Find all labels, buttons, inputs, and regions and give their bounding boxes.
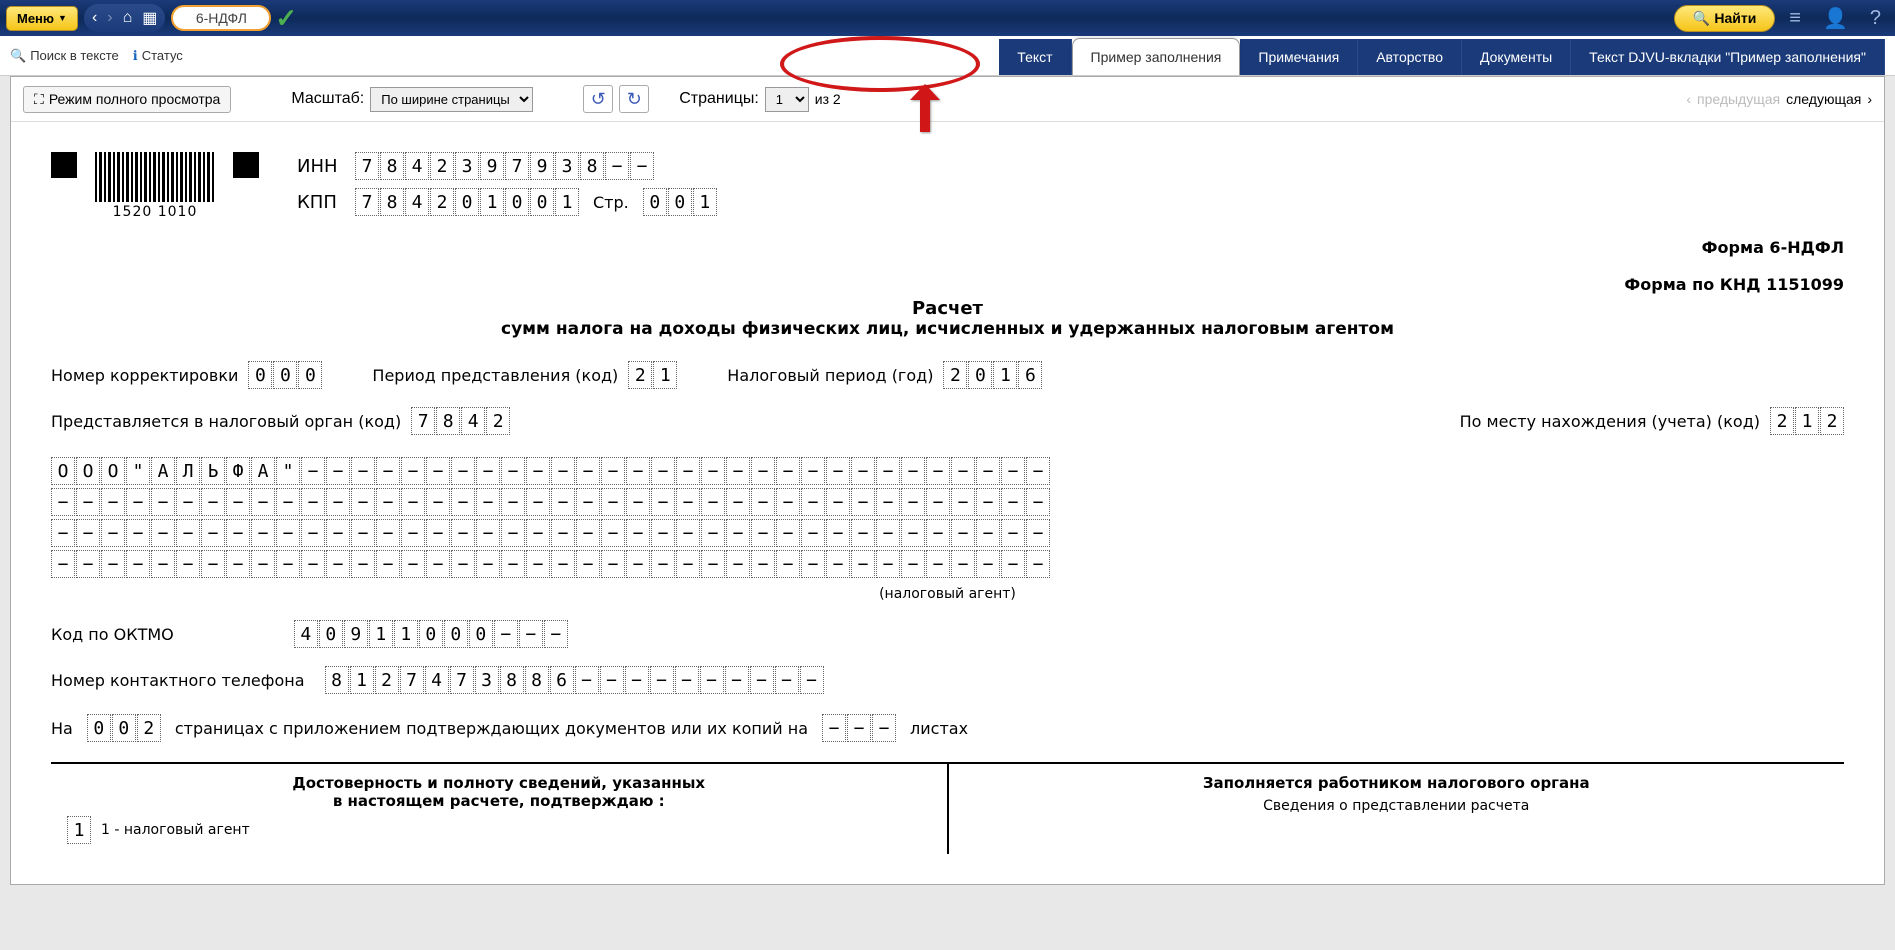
barcode [95, 152, 215, 202]
secondary-bar: 🔍 Поиск в тексте ℹ Статус Текст Пример з… [0, 36, 1895, 76]
marker-square-left [51, 152, 77, 178]
sheets-label: листах [910, 719, 968, 738]
rotate-left-button[interactable]: ↺ [583, 85, 613, 113]
year-label: Налоговый период (год) [727, 366, 933, 385]
menu-button[interactable]: Меню [6, 6, 78, 31]
kpp-cells: 784201001 [355, 188, 579, 216]
tab-docs[interactable]: Документы [1462, 39, 1571, 75]
confirm-title-1: Достоверность и полноту сведений, указан… [67, 774, 931, 792]
check-icon: ✓ [275, 3, 297, 34]
viewer-toolbar: ⛶ Режим полного просмотра Масштаб: По ши… [11, 77, 1884, 122]
confirm-title-2: в настоящем расчете, подтверждаю : [67, 792, 931, 810]
form-knd: Форма по КНД 1151099 [51, 275, 1844, 294]
zoom-label: Масштаб: [291, 90, 364, 108]
organ-label: Представляется в налоговый орган (код) [51, 412, 401, 431]
kpp-label: КПП [297, 192, 347, 213]
copies-cells: −−− [822, 714, 896, 742]
document: 1520 1010 ИНН 7842397938−− КПП 784201001… [11, 122, 1884, 884]
marker-square-right [233, 152, 259, 178]
phone-cells: 8127473886−−−−−−−−−− [325, 666, 824, 694]
zoom-select[interactable]: По ширине страницы [370, 87, 533, 112]
tab-notes[interactable]: Примечания [1240, 39, 1358, 75]
on-label: На [51, 719, 73, 738]
name-row-2: −−−−−−−−−−−−−−−−−−−−−−−−−−−−−−−−−−−−−−−− [51, 488, 1844, 516]
pager-prev[interactable]: предыдущая [1697, 91, 1780, 107]
correction-cells: 000 [248, 361, 322, 389]
agent-note: (налоговый агент) [51, 586, 1844, 602]
page-select[interactable]: 1 [765, 87, 809, 112]
tab-author[interactable]: Авторство [1358, 39, 1462, 75]
name-row-3: −−−−−−−−−−−−−−−−−−−−−−−−−−−−−−−−−−−−−−−− [51, 519, 1844, 547]
confirm-text: 1 - налоговый агент [101, 822, 250, 838]
forward-icon[interactable]: › [107, 9, 112, 27]
doc-subtitle: сумм налога на доходы физических лиц, ис… [51, 319, 1844, 339]
organ-cells: 7842 [411, 407, 510, 435]
correction-label: Номер корректировки [51, 366, 238, 385]
pager-next[interactable]: следующая [1786, 91, 1861, 107]
tab-djvu[interactable]: Текст DJVU-вкладки "Пример заполнения" [1571, 39, 1885, 75]
fullscreen-icon: ⛶ [34, 91, 44, 108]
search-icon: 🔍 [1693, 10, 1710, 27]
confirm-code-cell: 1 [67, 816, 91, 844]
inn-label: ИНН [297, 156, 347, 177]
page-of: из 2 [815, 91, 841, 107]
name-row-1: ООО"АЛЬФА"−−−−−−−−−−−−−−−−−−−−−−−−−−−−−− [51, 457, 1844, 485]
inn-cells: 7842397938−− [355, 152, 654, 180]
info-icon: ℹ [133, 48, 138, 64]
pager-next-icon[interactable]: › [1867, 91, 1872, 107]
magnifier-icon: 🔍 [10, 48, 26, 64]
name-row-4: −−−−−−−−−−−−−−−−−−−−−−−−−−−−−−−−−−−−−−−− [51, 550, 1844, 578]
doc-title: Расчет [51, 298, 1844, 319]
pager: ‹ предыдущая следующая › [1686, 91, 1872, 107]
top-bar: Меню ‹ › ⌂ ▦ 6-НДФЛ ✓ 🔍 Найти ≡ 👤 ? [0, 0, 1895, 36]
search-in-text-link[interactable]: 🔍 Поиск в тексте [10, 48, 119, 64]
viewer-wrap: ⛶ Режим полного просмотра Масштаб: По ши… [10, 76, 1885, 885]
grid-icon[interactable]: ▦ [142, 8, 157, 28]
user-icon[interactable]: 👤 [1823, 6, 1848, 31]
oktmo-label: Код по ОКТМО [51, 625, 174, 644]
tab-text[interactable]: Текст [999, 39, 1071, 75]
pagescnt-cells: 002 [87, 714, 161, 742]
form-name: Форма 6-НДФЛ [51, 238, 1844, 257]
right-sub: Сведения о представлении расчета [965, 798, 1829, 814]
period-cells: 21 [628, 361, 677, 389]
phone-label: Номер контактного телефона [51, 671, 305, 690]
pages-text: страницах с приложением подтверждающих д… [175, 719, 808, 738]
fullview-button[interactable]: ⛶ Режим полного просмотра [23, 86, 231, 113]
help-icon[interactable]: ? [1870, 7, 1881, 30]
status-link[interactable]: ℹ Статус [133, 48, 183, 64]
back-icon[interactable]: ‹ [92, 9, 97, 27]
home-icon[interactable]: ⌂ [123, 9, 133, 27]
page-label: Стр. [593, 193, 629, 212]
pager-prev-icon[interactable]: ‹ [1686, 91, 1691, 107]
pages-label: Страницы: [679, 90, 759, 108]
oktmo-cells: 40911000−−− [294, 620, 568, 648]
nav-group: ‹ › ⌂ ▦ [84, 4, 165, 32]
hamburger-icon[interactable]: ≡ [1789, 7, 1801, 30]
place-cells: 212 [1770, 407, 1844, 435]
search-pill[interactable]: 6-НДФЛ [171, 5, 271, 31]
right-title: Заполняется работником налогового органа [965, 774, 1829, 792]
period-label: Период представления (код) [372, 366, 618, 385]
tab-example[interactable]: Пример заполнения [1072, 38, 1241, 75]
tabs: Текст Пример заполнения Примечания Автор… [999, 36, 1885, 75]
place-label: По месту нахождения (учета) (код) [1460, 412, 1760, 431]
rotate-right-button[interactable]: ↻ [619, 85, 649, 113]
page-cells: 001 [643, 188, 717, 216]
year-cells: 2016 [943, 361, 1042, 389]
barcode-number: 1520 1010 [113, 204, 198, 220]
find-button[interactable]: 🔍 Найти [1674, 5, 1775, 32]
